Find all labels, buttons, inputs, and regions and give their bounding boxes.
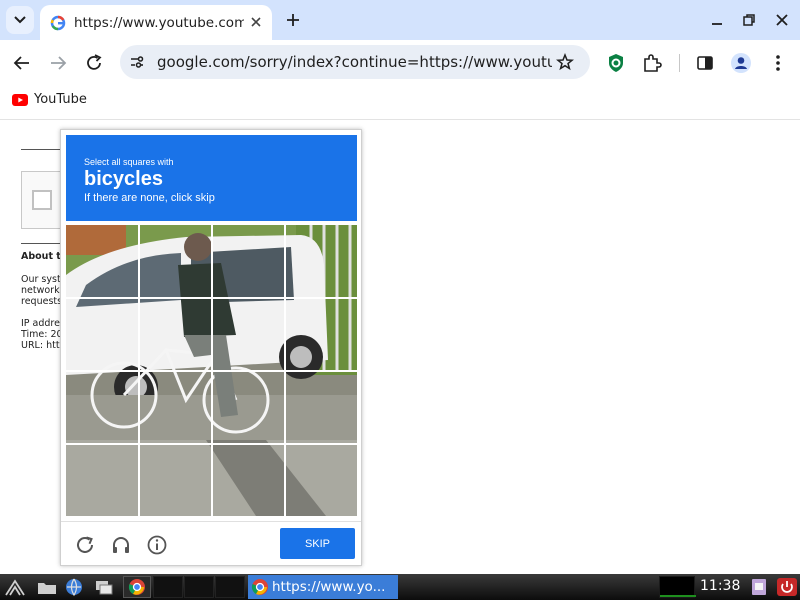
more-menu-icon[interactable] — [767, 52, 789, 74]
image-tile[interactable] — [66, 225, 139, 298]
restore-icon[interactable] — [741, 12, 757, 28]
image-tile[interactable] — [139, 443, 212, 516]
forward-icon[interactable] — [47, 52, 69, 74]
tile-grid — [66, 225, 357, 516]
tab-title: https://www.youtube.com/sorry/index — [74, 14, 244, 31]
bookmark-youtube[interactable]: YouTube — [8, 86, 90, 114]
windows-icon[interactable] — [93, 577, 115, 597]
image-tile[interactable] — [284, 225, 357, 298]
info-line: requests, — [21, 296, 61, 307]
chrome-icon — [251, 579, 268, 595]
image-tile[interactable] — [66, 443, 139, 516]
recaptcha-challenge: Select all squares with bicycles If ther… — [60, 129, 362, 566]
taskbar-slot[interactable] — [184, 576, 214, 598]
info-line: network. — [21, 285, 61, 296]
reload-icon[interactable] — [74, 534, 96, 556]
challenge-image-grid — [66, 225, 357, 516]
taskbar-slot[interactable] — [153, 576, 183, 598]
info-line: URL: http — [21, 340, 61, 351]
image-tile[interactable] — [212, 371, 285, 444]
new-tab-icon[interactable] — [283, 10, 303, 30]
skip-button[interactable]: SKIP — [280, 528, 355, 559]
task-label: https://www.yo... — [272, 579, 386, 595]
profile-avatar-icon[interactable] — [730, 52, 752, 74]
chrome-launcher[interactable] — [123, 576, 151, 598]
taskbar-task-chrome[interactable]: https://www.yo... — [248, 575, 398, 599]
audio-icon[interactable] — [110, 534, 132, 556]
start-menu-icon[interactable] — [4, 577, 26, 597]
info-line: IP addres — [21, 318, 61, 329]
info-line: Our syste — [21, 274, 61, 285]
youtube-icon — [12, 94, 28, 106]
image-tile[interactable] — [66, 371, 139, 444]
power-icon[interactable] — [776, 577, 798, 597]
extensions-puzzle-icon[interactable] — [641, 52, 663, 74]
tab-bar: https://www.youtube.com/sorry/index — [0, 0, 800, 40]
bookmark-label: YouTube — [34, 92, 87, 107]
toolbar-divider — [679, 54, 680, 72]
bookmark-star-icon[interactable] — [556, 53, 574, 71]
image-tile[interactable] — [212, 298, 285, 371]
web-browser-icon[interactable] — [63, 577, 85, 597]
about-heading: About th — [21, 251, 61, 262]
image-tile[interactable] — [284, 443, 357, 516]
challenge-hint: If there are none, click skip — [84, 192, 215, 204]
browser-toolbar: google.com/sorry/index?continue=https://… — [0, 40, 800, 86]
tab-youtube[interactable]: https://www.youtube.com/sorry/index — [40, 5, 272, 40]
minimize-icon[interactable] — [709, 12, 725, 28]
image-tile[interactable] — [66, 298, 139, 371]
bookmarks-bar: YouTube — [0, 86, 800, 120]
back-icon[interactable] — [11, 52, 33, 74]
info-icon[interactable] — [146, 534, 168, 556]
chrome-icon — [128, 579, 145, 595]
taskbar-slot[interactable] — [215, 576, 245, 598]
side-panel-icon[interactable] — [694, 52, 716, 74]
recaptcha-checkbox-box — [21, 171, 61, 229]
reload-icon[interactable] — [83, 52, 105, 74]
image-tile[interactable] — [284, 298, 357, 371]
chevron-down-icon — [14, 16, 26, 24]
recaptcha-checkbox[interactable] — [32, 190, 52, 210]
clock[interactable]: 11:38 — [700, 578, 740, 594]
challenge-instruction: Select all squares with — [84, 157, 174, 167]
challenge-footer: SKIP — [61, 521, 361, 566]
close-icon[interactable] — [248, 14, 264, 30]
site-settings-icon[interactable] — [129, 54, 145, 70]
image-tile[interactable] — [139, 225, 212, 298]
address-bar[interactable]: google.com/sorry/index?continue=https://… — [120, 45, 590, 79]
file-manager-icon[interactable] — [36, 577, 58, 597]
challenge-header: Select all squares with bicycles If ther… — [66, 135, 357, 221]
divider — [21, 149, 61, 150]
image-tile[interactable] — [212, 443, 285, 516]
shield-extension-icon[interactable] — [605, 52, 627, 74]
challenge-target: bicycles — [84, 168, 163, 190]
window-close-icon[interactable] — [774, 12, 790, 28]
cpu-graph — [660, 595, 696, 597]
taskbar: https://www.yo... 11:38 — [0, 574, 800, 600]
image-tile[interactable] — [284, 371, 357, 444]
image-tile[interactable] — [139, 298, 212, 371]
image-tile[interactable] — [139, 371, 212, 444]
tab-search-button[interactable] — [6, 6, 34, 34]
image-tile[interactable] — [212, 225, 285, 298]
url-text: google.com/sorry/index?continue=https://… — [157, 53, 552, 71]
notification-icon[interactable] — [748, 577, 770, 597]
divider — [21, 243, 61, 244]
google-g-icon — [50, 15, 66, 30]
cpu-monitor — [659, 576, 696, 598]
info-line: Time: 202 — [21, 329, 61, 340]
